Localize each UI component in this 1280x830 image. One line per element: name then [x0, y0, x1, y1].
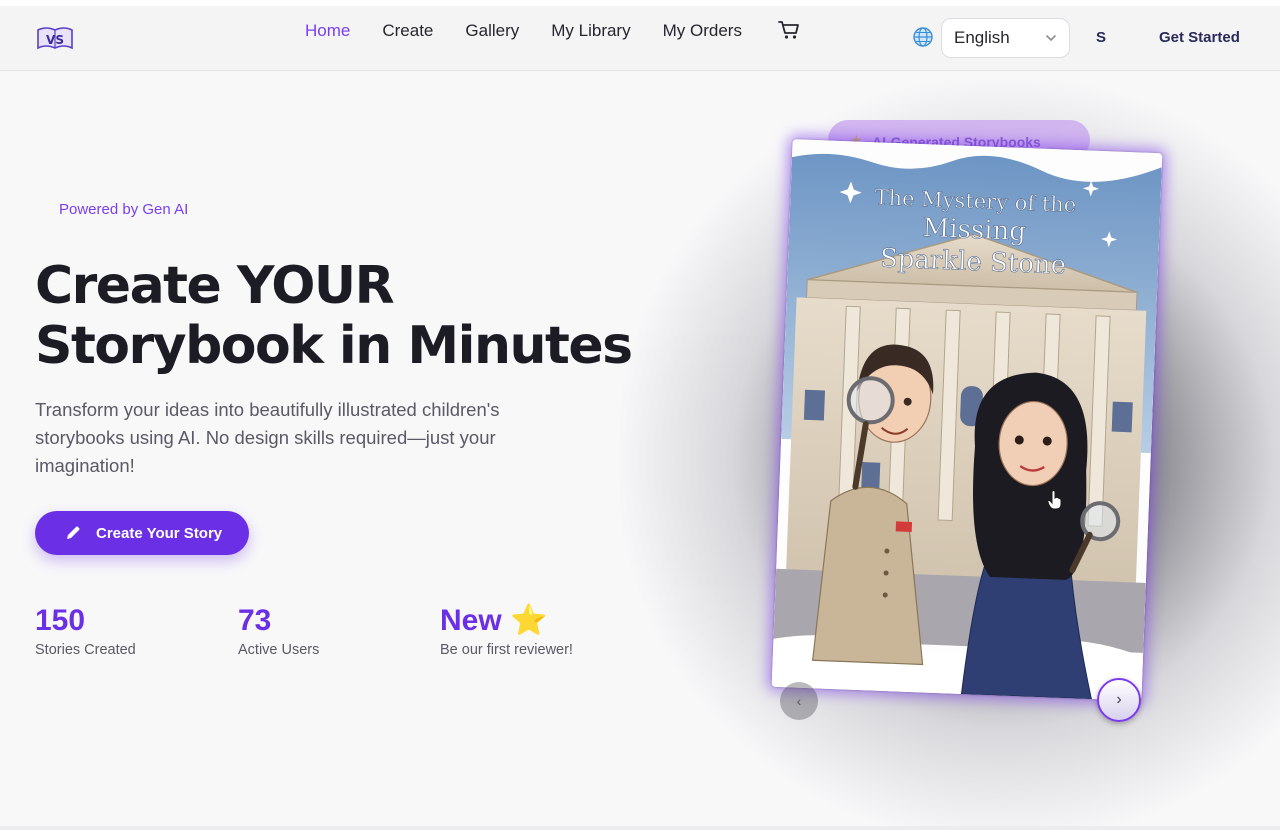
powered-by-label: Powered by Gen AI: [59, 201, 189, 218]
cart-icon[interactable]: [778, 20, 800, 40]
storybook-cover[interactable]: The Mystery of the Missing Sparkle Stone: [771, 139, 1163, 701]
hero-title-line-2: Storybook in Minutes: [35, 316, 633, 376]
stat-label: Be our first reviewer!: [440, 642, 573, 658]
nav-my-orders[interactable]: My Orders: [663, 21, 742, 41]
language-select[interactable]: English: [941, 18, 1070, 58]
nav-gallery[interactable]: Gallery: [465, 21, 519, 41]
stat-value: 150: [35, 604, 86, 637]
carousel-prev-button[interactable]: ‹: [780, 682, 818, 720]
page-bottom-divider: [0, 826, 1280, 830]
hero-description: Transform your ideas into beautifully il…: [35, 399, 500, 476]
stat-label: Stories Created: [35, 642, 136, 658]
create-your-story-label: Create Your Story: [96, 524, 223, 542]
language-select-value: English: [954, 28, 1010, 47]
user-avatar-initial[interactable]: S: [1096, 29, 1106, 46]
chevron-down-icon: [1046, 35, 1056, 42]
stat-label: Active Users: [238, 642, 320, 658]
carousel-next-button[interactable]: ›: [1097, 678, 1141, 722]
logo-text: VS: [46, 33, 64, 47]
storybook-cover-illustration: The Mystery of the Missing Sparkle Stone: [771, 139, 1163, 701]
globe-icon: [913, 27, 933, 47]
hero-title-line-1: Create YOUR: [35, 256, 395, 316]
logo-book-icon[interactable]: VS: [36, 26, 74, 52]
hero-title: Create YOUR Storybook in Minutes: [35, 256, 635, 376]
hand-cursor-icon: [1047, 490, 1062, 510]
main-nav: Home Create Gallery My Library My Orders: [305, 21, 774, 41]
nav-home[interactable]: Home: [305, 21, 350, 41]
stat-value: 73: [238, 604, 272, 637]
stat-stories-created: 150 Stories Created: [35, 604, 136, 658]
stat-active-users: 73 Active Users: [238, 604, 319, 658]
get-started-button[interactable]: Get Started: [1159, 29, 1240, 46]
nav-my-library[interactable]: My Library: [551, 21, 630, 41]
nav-create[interactable]: Create: [382, 21, 433, 41]
pencil-icon: [67, 526, 80, 539]
top-navbar: VS Home Create Gallery My Library My Ord…: [0, 6, 1280, 71]
create-your-story-button[interactable]: Create Your Story: [35, 511, 249, 555]
stat-new-reviewer: New ⭐ Be our first reviewer!: [440, 604, 573, 658]
book-title-line-2: Missing: [922, 213, 1026, 247]
stat-value: New ⭐: [440, 604, 548, 637]
